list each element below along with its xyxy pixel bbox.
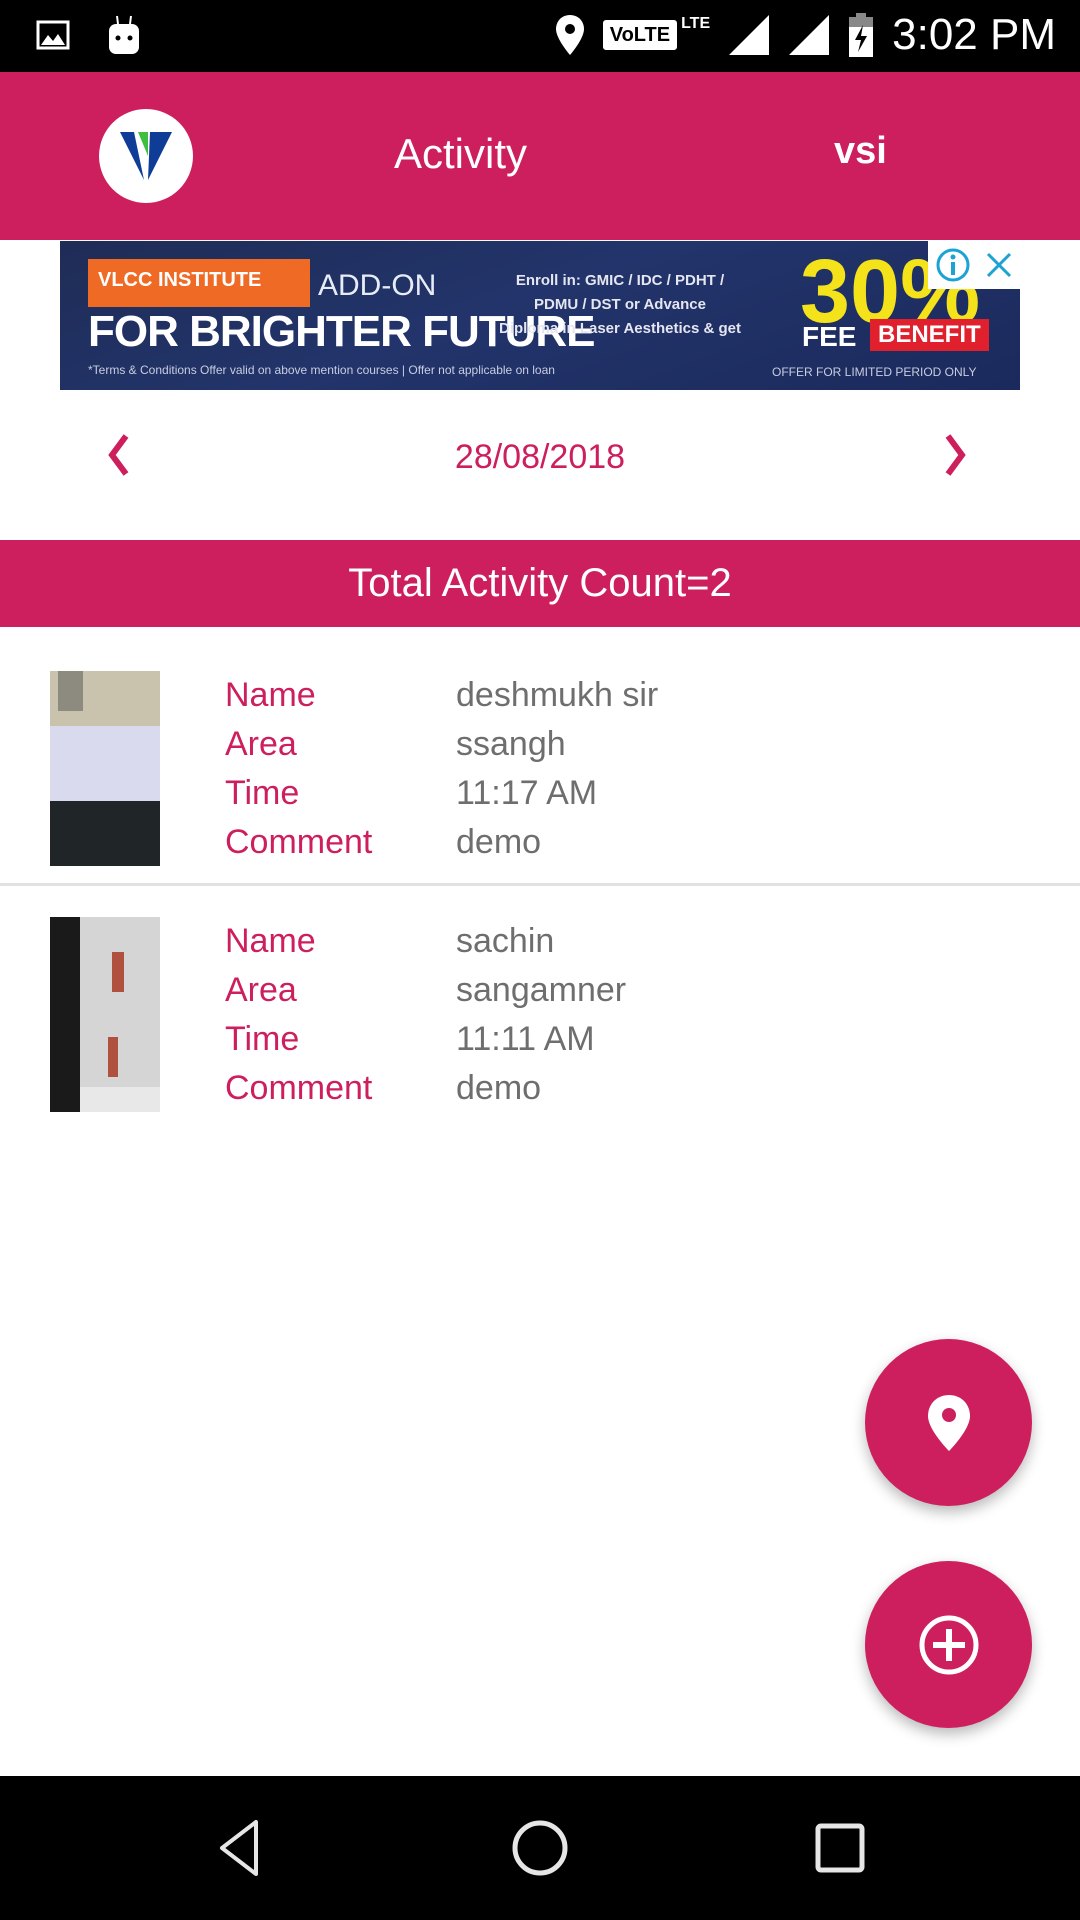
back-icon[interactable] <box>210 1818 270 1878</box>
field-value: 11:17 AM <box>456 774 598 812</box>
app-bar: Activity vsi <box>0 72 1080 240</box>
field-label: Comment <box>225 1069 373 1107</box>
location-icon <box>555 15 584 55</box>
activity-fields: Name deshmukh sir Area ssangh Time 11:17 AM… <box>225 671 658 867</box>
activity-thumbnail[interactable] <box>50 917 160 1112</box>
vsi-logo[interactable] <box>99 109 193 203</box>
activity-count-banner: Total Activity Count=2 <box>0 540 1080 627</box>
gallery-icon <box>36 20 70 50</box>
field-name: Name sachin <box>225 917 626 966</box>
ad-fee: FEE <box>802 321 857 352</box>
field-comment: Comment demo <box>225 818 658 867</box>
field-value: demo <box>456 823 542 861</box>
chevron-right-icon[interactable] <box>936 430 986 480</box>
home-icon[interactable] <box>510 1818 570 1878</box>
user-label[interactable]: vsi <box>834 130 887 173</box>
close-icon[interactable] <box>984 250 1014 280</box>
activity-thumbnail[interactable] <box>50 671 160 866</box>
ad-brand: VLCC INSTITUTE <box>88 259 310 307</box>
field-value: demo <box>456 1069 542 1107</box>
field-value: 11:11 AM <box>456 1020 595 1058</box>
android-icon <box>109 15 139 54</box>
field-area: Area ssangh <box>225 720 658 769</box>
ad-benefit: BENEFIT <box>870 319 989 351</box>
selected-date[interactable]: 28/08/2018 <box>0 438 1080 477</box>
field-value: ssangh <box>456 725 566 763</box>
list-item[interactable]: Name deshmukh sir Area ssangh Time 11:17 AM… <box>0 627 1080 886</box>
field-area: Area sangamner <box>225 966 626 1015</box>
activity-list: Name deshmukh sir Area ssangh Time 11:17 AM… <box>0 627 1080 1145</box>
field-label: Time <box>225 774 300 812</box>
ad-enroll-line: PDMU / DST or Advance <box>534 296 706 313</box>
system-nav-bar <box>0 1776 1080 1920</box>
field-time: Time 11:11 AM <box>225 1015 626 1064</box>
ad-addon: ADD-ON <box>318 269 437 302</box>
field-name: Name deshmukh sir <box>225 671 658 720</box>
field-label: Area <box>225 971 297 1009</box>
add-activity-fab-button[interactable] <box>865 1561 1032 1728</box>
page-title: Activity <box>394 130 528 177</box>
field-value: sangamner <box>456 971 627 1009</box>
battery-charging-icon <box>849 13 874 57</box>
volte-icon: VoLTE <box>602 20 678 50</box>
field-label: Name <box>225 922 316 960</box>
field-value: deshmukh sir <box>456 676 659 714</box>
field-label: Name <box>225 676 316 714</box>
clock: 3:02 PM <box>892 10 1056 59</box>
field-label: Time <box>225 1020 300 1058</box>
field-label: Comment <box>225 823 373 861</box>
list-item[interactable]: Name sachin Area sangamner Time 11:11 AM Co… <box>0 886 1080 1145</box>
date-navigator: 28/08/2018 <box>0 390 1080 540</box>
field-label: Area <box>225 725 297 763</box>
lte-label: LTE <box>681 15 711 32</box>
signal-icon <box>729 15 770 55</box>
location-pin-icon <box>927 1394 970 1451</box>
logo-icon <box>120 132 172 180</box>
ad-limited: OFFER FOR LIMITED PERIOD ONLY <box>772 365 977 379</box>
field-time: Time 11:17 AM <box>225 769 658 818</box>
ad-enroll-line: Enroll in: GMIC / IDC / PDHT / <box>515 272 725 289</box>
ad-enroll-text: Enroll in: GMIC / IDC / PDHT / PDMU / DS… <box>470 269 770 341</box>
location-fab-button[interactable] <box>865 1339 1032 1506</box>
field-value: sachin <box>456 922 555 960</box>
signal-icon <box>789 15 830 55</box>
activity-fields: Name sachin Area sangamner Time 11:11 AM Co… <box>225 917 626 1113</box>
ad-banner[interactable]: VLCC INSTITUTE ADD-ON FOR BRIGHTER FUTUR… <box>60 241 1020 390</box>
field-comment: Comment demo <box>225 1064 626 1113</box>
ad-enroll-line: Diploma in Laser Aesthetics & get <box>498 320 741 337</box>
recents-icon[interactable] <box>810 1818 870 1878</box>
ad-terms: *Terms & Conditions Offer valid on above… <box>88 363 555 377</box>
ad-controls <box>928 241 1020 289</box>
add-circle-icon <box>919 1615 978 1674</box>
status-bar: VoLTE LTE 3:02 PM <box>0 0 1080 72</box>
info-icon[interactable] <box>935 247 971 283</box>
